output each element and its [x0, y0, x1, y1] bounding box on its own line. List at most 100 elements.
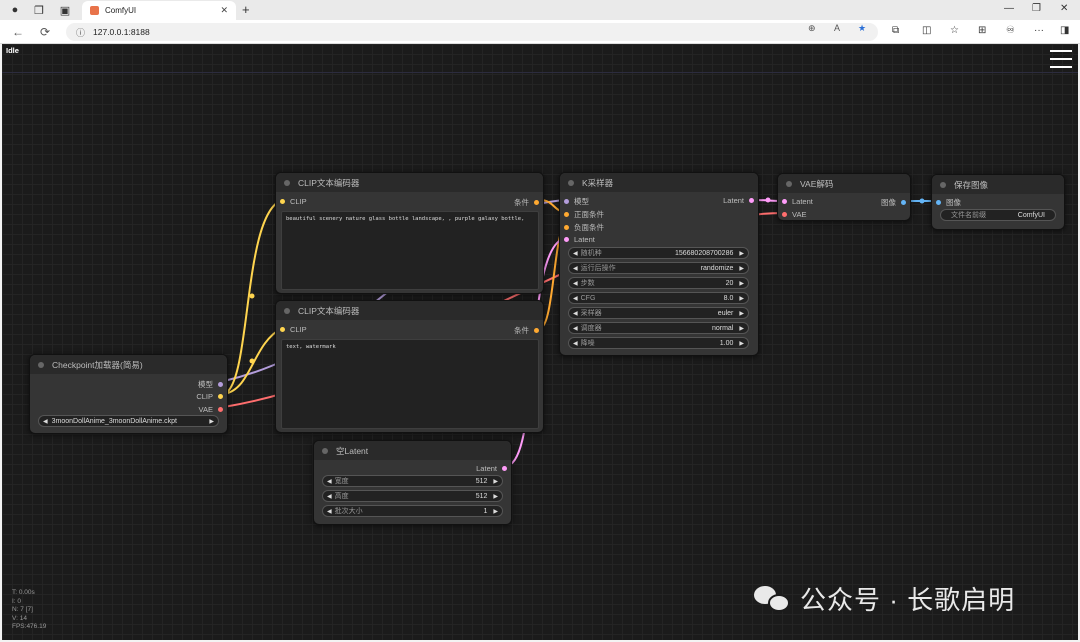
- workspaces-icon[interactable]: ❐: [32, 3, 46, 17]
- increment-arrow-icon[interactable]: ▶: [739, 310, 744, 317]
- model-pin-icon[interactable]: [564, 199, 569, 204]
- increment-arrow-icon[interactable]: ▶: [493, 478, 498, 485]
- control-after-generate-widget[interactable]: ◀ 运行后操作 randomize ▶: [568, 262, 749, 274]
- node-empty-latent[interactable]: 空Latent Latent ◀ 宽度 512 ▶ ◀ 高度 512 ▶ ◀ 批次大小 1 ▶: [313, 440, 512, 525]
- input-slot-image[interactable]: 图像: [936, 197, 961, 208]
- collapse-dot-icon[interactable]: [786, 180, 792, 187]
- input-slot-model[interactable]: 模型: [564, 196, 589, 207]
- batch-size-widget[interactable]: ◀ 批次大小 1 ▶: [322, 505, 503, 517]
- node-clip-text-positive[interactable]: CLIP文本编码器 CLIP 条件 beautiful scenery natu…: [275, 172, 544, 294]
- input-slot-clip[interactable]: CLIP: [280, 197, 307, 206]
- sampler-widget[interactable]: ◀ 采样器 euler ▶: [568, 307, 749, 319]
- node-vae-decode[interactable]: VAE解码 Latent VAE 图像: [777, 173, 911, 221]
- output-slot-conditioning[interactable]: 条件: [514, 325, 539, 336]
- node-ksampler[interactable]: K采样器 模型 正面条件 负面条件 Latent Latent ◀ 随机种 1566…: [559, 172, 759, 356]
- denoise-widget[interactable]: ◀ 降噪 1.00 ▶: [568, 337, 749, 349]
- node-title-bar[interactable]: VAE解码: [778, 174, 910, 193]
- combo-next-arrow-icon[interactable]: ▶: [209, 418, 214, 425]
- close-window-icon[interactable]: ✕: [1060, 3, 1068, 14]
- steps-widget[interactable]: ◀ 步数 20 ▶: [568, 277, 749, 289]
- read-aloud-icon[interactable]: A: [834, 23, 840, 33]
- width-widget[interactable]: ◀ 宽度 512 ▶: [322, 475, 503, 487]
- output-slot-vae[interactable]: VAE: [199, 405, 223, 414]
- vae-pin-icon[interactable]: [218, 407, 223, 412]
- decrement-arrow-icon[interactable]: ◀: [573, 280, 578, 287]
- url-field[interactable]: ⓘ 127.0.0.1:8188: [66, 23, 878, 41]
- input-slot-clip[interactable]: CLIP: [280, 325, 307, 334]
- favorite-star-icon[interactable]: ★: [858, 23, 866, 34]
- model-pin-icon[interactable]: [218, 382, 223, 387]
- decrement-arrow-icon[interactable]: ◀: [327, 478, 332, 485]
- node-title-bar[interactable]: CLIP文本编码器: [276, 301, 543, 320]
- input-slot-positive[interactable]: 正面条件: [564, 209, 604, 220]
- conditioning-pin-icon[interactable]: [564, 212, 569, 217]
- increment-arrow-icon[interactable]: ▶: [739, 280, 744, 287]
- restore-icon[interactable]: ❐: [1032, 3, 1041, 14]
- collapse-dot-icon[interactable]: [940, 181, 946, 188]
- latent-pin-icon[interactable]: [782, 199, 787, 204]
- clip-pin-icon[interactable]: [218, 394, 223, 399]
- decrement-arrow-icon[interactable]: ◀: [573, 325, 578, 332]
- node-clip-text-negative[interactable]: CLIP文本编码器 CLIP 条件 text, watermark: [275, 300, 544, 433]
- clip-pin-icon[interactable]: [280, 199, 285, 204]
- scheduler-widget[interactable]: ◀ 调度器 normal ▶: [568, 322, 749, 334]
- decrement-arrow-icon[interactable]: ◀: [573, 310, 578, 317]
- graph-canvas[interactable]: Idle CLIP文本编码器 CLIP 条件 beautiful scenery…: [2, 44, 1078, 640]
- increment-arrow-icon[interactable]: ▶: [739, 265, 744, 272]
- decrement-arrow-icon[interactable]: ◀: [573, 250, 578, 257]
- split-screen-icon[interactable]: ◫: [922, 25, 931, 36]
- node-title-bar[interactable]: 保存图像: [932, 175, 1064, 194]
- conditioning-pin-icon[interactable]: [534, 200, 539, 205]
- conditioning-pin-icon[interactable]: [564, 225, 569, 230]
- filename-prefix-widget[interactable]: 文件名前缀 ComfyUI: [940, 209, 1056, 221]
- extensions-icon[interactable]: ⧉: [892, 25, 899, 36]
- increment-arrow-icon[interactable]: ▶: [493, 508, 498, 515]
- collapse-dot-icon[interactable]: [284, 179, 290, 186]
- increment-arrow-icon[interactable]: ▶: [739, 295, 744, 302]
- increment-arrow-icon[interactable]: ▶: [739, 340, 744, 347]
- decrement-arrow-icon[interactable]: ◀: [327, 493, 332, 500]
- node-title-bar[interactable]: 空Latent: [314, 441, 511, 460]
- collapse-dot-icon[interactable]: [322, 447, 328, 454]
- increment-arrow-icon[interactable]: ▶: [739, 325, 744, 332]
- input-slot-latent[interactable]: Latent: [564, 235, 595, 244]
- output-slot-latent[interactable]: Latent: [476, 464, 507, 473]
- image-pin-icon[interactable]: [936, 200, 941, 205]
- prompt-textarea[interactable]: text, watermark: [281, 339, 539, 429]
- input-slot-latent[interactable]: Latent: [782, 197, 813, 206]
- output-slot-latent[interactable]: Latent: [723, 196, 754, 205]
- latent-pin-icon[interactable]: [749, 198, 754, 203]
- decrement-arrow-icon[interactable]: ◀: [573, 340, 578, 347]
- output-slot-image[interactable]: 图像: [881, 197, 906, 208]
- output-slot-conditioning[interactable]: 条件: [514, 197, 539, 208]
- minimize-icon[interactable]: —: [1004, 3, 1014, 14]
- seed-widget[interactable]: ◀ 随机种 156680208700286 ▶: [568, 247, 749, 259]
- new-tab-button[interactable]: +: [242, 2, 250, 17]
- input-slot-vae[interactable]: VAE: [782, 210, 806, 219]
- node-title-bar[interactable]: CLIP文本编码器: [276, 173, 543, 192]
- node-title-bar[interactable]: K采样器: [560, 173, 758, 192]
- height-widget[interactable]: ◀ 高度 512 ▶: [322, 490, 503, 502]
- back-icon[interactable]: ←: [12, 25, 24, 39]
- reload-icon[interactable]: ⟳: [40, 25, 50, 39]
- increment-arrow-icon[interactable]: ▶: [493, 493, 498, 500]
- close-tab-icon[interactable]: ✕: [220, 5, 228, 16]
- collapse-dot-icon[interactable]: [38, 361, 44, 368]
- latent-pin-icon[interactable]: [564, 237, 569, 242]
- collapse-dot-icon[interactable]: [568, 179, 574, 186]
- sidebar-toggle-icon[interactable]: ◨: [1060, 25, 1069, 36]
- collections-icon[interactable]: ⊞: [978, 25, 986, 36]
- vae-pin-icon[interactable]: [782, 212, 787, 217]
- latent-pin-icon[interactable]: [502, 466, 507, 471]
- decrement-arrow-icon[interactable]: ◀: [573, 295, 578, 302]
- conditioning-pin-icon[interactable]: [534, 328, 539, 333]
- decrement-arrow-icon[interactable]: ◀: [327, 508, 332, 515]
- input-slot-negative[interactable]: 负面条件: [564, 222, 604, 233]
- output-slot-clip[interactable]: CLIP: [196, 392, 223, 401]
- browser-tab-comfyui[interactable]: ComfyUI ✕: [82, 1, 236, 20]
- site-info-icon[interactable]: ⓘ: [76, 26, 85, 39]
- tab-actions-icon[interactable]: ▣: [58, 3, 72, 17]
- cfg-widget[interactable]: ◀ CFG 8.0 ▶: [568, 292, 749, 304]
- prompt-textarea[interactable]: beautiful scenery nature glass bottle la…: [281, 211, 539, 290]
- increment-arrow-icon[interactable]: ▶: [739, 250, 744, 257]
